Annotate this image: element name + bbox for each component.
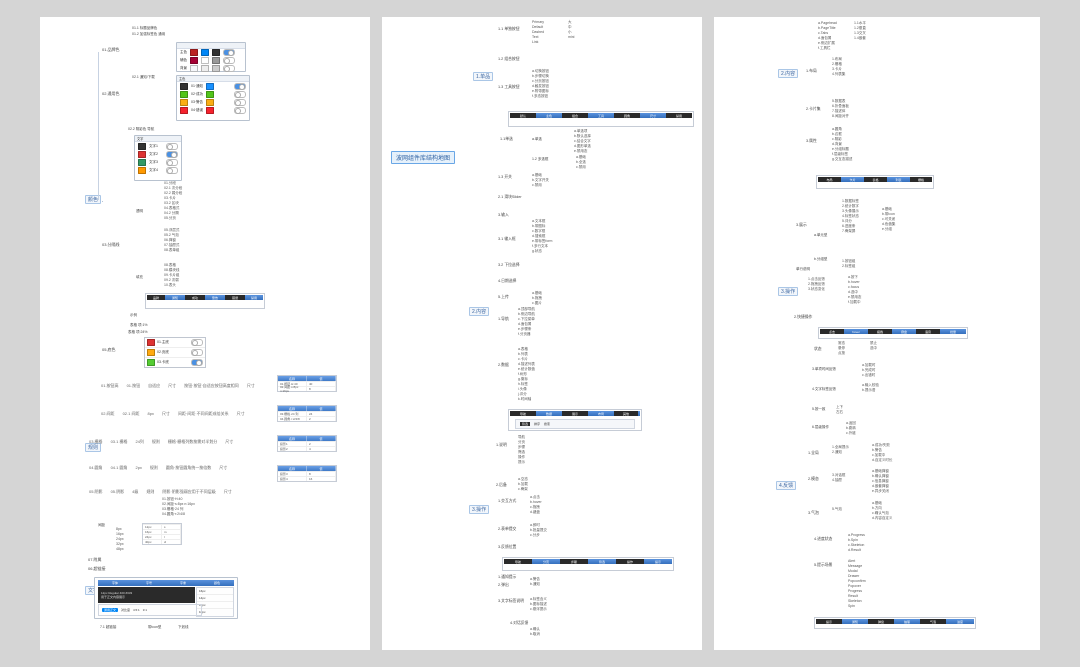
node-02a: 02.1 通知/下载 — [132, 75, 155, 80]
rule-row-4: 04.圆角04.1 圆角2px规则圆角·按钮圆角统一按倍数尺寸 — [88, 465, 270, 471]
danju-a1-itemsR: 大中小mini — [568, 20, 574, 40]
card-swatch-3: 文字 文字1 文字2 文字3 文字4 — [134, 135, 182, 181]
card-swatch-1: 主色 辅色 背景 — [176, 42, 246, 72]
panel-color-rule-text: 颜色 01.品牌色 01.1 标题品牌色 01.2 加强标签色 通用 主色 辅色… — [40, 17, 370, 650]
rule-row-3: 03.栅格03.1 栅格24列规则栅格·栅格列数按需对半划分尺寸 — [88, 439, 270, 445]
inner-items: a.圆角b.边框c.阴影d.背景e.分组标题f.层级标签g.交互态描述 — [832, 127, 852, 162]
node-01a: 01.1 标题品牌色 — [132, 26, 157, 31]
danju-a1: 1.1 单独按钮 — [498, 27, 520, 32]
hub-danju: 1.单品 — [473, 72, 493, 81]
segment-bar-danju: 默认 主色 组合 工具 圆角 尺寸 禁用 — [508, 111, 694, 127]
node-03a: 透明 — [136, 209, 143, 214]
node-02: 02.通用色 — [102, 91, 120, 97]
gutter-right — [1040, 0, 1080, 667]
g6: 3.2 下拉选择 — [498, 263, 520, 268]
text-06: 06.超链接 — [88, 566, 106, 572]
gap-2 — [702, 0, 714, 667]
segment-bar-color: 品牌 通知 成功 警告 错误 禁用 — [145, 293, 265, 309]
segment-bar-strip1: 布局 卡片 表格 列表 栅格 — [816, 175, 934, 189]
segment-bar-neirong: 导航 数据 展示 布局 其他 筛选排序搜索 — [508, 409, 642, 431]
sublist-03-2: 05.浮层式05.2 气泡06.弹窗07.抽屉式08.表单组 — [164, 228, 179, 253]
segment-bar-bottom: 提示 通知 弹窗 抽屉 气泡 进度 — [814, 617, 976, 629]
g2: 1.2 多选框 — [532, 157, 548, 162]
node-03: 03.分隔线 — [102, 242, 120, 248]
card-swatch-2: 主色 01·通知 02·成功 03·警告 04·错误 — [176, 75, 250, 121]
rule-row-2: 02.间距02.1 间距8px尺寸间距·间距·不同间距成倍关系尺寸 — [100, 411, 270, 417]
rule-row-1: 01.按钮高01.按钮自适应尺寸按钮·按钮·自适应按钮高度相同尺寸 — [100, 383, 270, 389]
g8: 5.上传 — [498, 295, 509, 300]
panel-layout-feedback: a.Pageheadb.PageTitlec.Tabsd.面包屑e.侧边扩展f.… — [714, 17, 1040, 650]
stage: 颜色 01.品牌色 01.1 标题品牌色 01.2 加强标签色 通用 主色 辅色… — [0, 0, 1080, 667]
px-list: 8px16px24px32px48px — [116, 527, 124, 552]
hub-neirong: 2.内容 — [778, 69, 798, 78]
gutter-left — [0, 0, 40, 667]
last-list: AlertMessageModalDrawerPopconfirmPopover… — [848, 559, 866, 609]
g1r: a.单选项b.默认选择c.结合文字d.图形单选e.禁用态 — [574, 129, 591, 154]
panel-form-content: 波网组件库结构地图 1.单品 1.1 单独按钮 PrimaryDefaultDa… — [382, 17, 702, 650]
caozuo-sub3: 3.反馈位置 — [498, 545, 516, 550]
legend-4: 01.主底 02.页底 03.卡底 — [144, 337, 206, 368]
pxtbl: 12pxs 16pxm 24pxl 40pxxl — [142, 523, 182, 545]
line — [98, 52, 99, 200]
nav-items: a.顶部导航b.侧边导航c.下拉菜单d.面包屑e.步骤条f.分页器 — [518, 307, 535, 337]
hub-caozuo: 3.操作 — [778, 287, 798, 296]
node-03b: 填充 — [136, 275, 143, 280]
hub-neirong-p2: 2.内容 — [469, 307, 489, 316]
data-items: a.表格b.列表c.卡片d.描述列表e.统计数值f.树形g.徽标h.标签i.头像… — [518, 347, 535, 402]
mid-list: 1.数据标签2.统计数字3.头像展示4.标签状态5.评分6.进度条7.骨架屏 — [842, 199, 859, 234]
danju-sub2: 1.2 组合按钮 — [498, 57, 520, 62]
nav: 1.导航 — [498, 317, 509, 322]
hub-caozuo-p2: 3.操作 — [469, 505, 489, 514]
segment-bar-strip2: 点击 hover 拖拽 键盘 语音 批量 — [818, 327, 968, 339]
segment-bar-caozuo: 导航 分页 步骤 筛选 操作 提示 — [502, 557, 674, 571]
caozuo-sub2: 2.表单提交 — [498, 527, 516, 532]
danju-sub3-items: a.切换按钮b.步骤切换c.分页按钮d.触发按钮e.附带图标f.多态按钮 — [532, 69, 549, 99]
minitbl-2: 名称值 03.栅格·24 列24 04.圆角·r:2/4/82 — [277, 405, 337, 422]
minitbl-3: 名称值 投影12 投影24 — [277, 435, 337, 452]
data: 2.数据 — [498, 363, 509, 368]
node-01: 01.品牌色 — [102, 47, 120, 53]
danju-a1-items: PrimaryDefaultDashedTextLink — [532, 20, 544, 45]
sublist-03-1: 01.分段02.1 次分段02.2 弱分段03.卡片03.2 区块04.表格式0… — [164, 181, 182, 221]
text-07: 07.附属 — [88, 557, 102, 563]
minitbl-4: 名称值 投影38 投影416 — [277, 465, 337, 482]
hub-fankui: 4.反馈 — [776, 481, 796, 490]
minitbl-1: 名称值 01.按钮·H:4040 02.间距·s:8px n:16px8 — [277, 375, 337, 392]
g5r: a.文本框b.带图标c.数字框d.搜索框e.带标签formf.多行文本g.状态 — [532, 219, 552, 254]
g5: 3.1 输入框 — [498, 237, 516, 242]
g3: 1.3 开关 — [498, 175, 512, 180]
root-label: 波网组件库结构地图 — [391, 151, 455, 164]
node-02b: 02.2 阴影色 导航 — [128, 127, 154, 132]
sublist-03-3: 08.表格08.模块线09.卡片组09.2 次弱10.表头 — [164, 263, 179, 288]
text-spec-card: 字体 字号 字重 颜色 12px Regular 400 #333用于正文内容展… — [94, 577, 238, 619]
top-items: a.Pageheadb.PageTitlec.Tabsd.面包屑e.侧边扩展f.… — [818, 21, 837, 51]
caozuo-r: a.按下b.hoverc.focusd.选中e.禁用态f.加载中 — [848, 275, 861, 305]
caozuo-sub1: 1.交互方式 — [498, 499, 516, 504]
g1a: 1.1单选 — [500, 137, 513, 142]
gap-1 — [370, 0, 382, 667]
danju-sub3: 1.3 工具按钮 — [498, 85, 520, 90]
node-01b: 01.2 加强标签色 通用 — [132, 32, 165, 37]
rule-spec-lines: 01.按钮·H:40 02.间距·s:8px n:16px 03.栅格·24 列… — [162, 497, 195, 517]
node-05: 05.底色 — [102, 347, 116, 353]
g4: 2.1 滑块Slider — [498, 195, 522, 200]
rule-row-5: 05.阴影05.阴影4级规则阴影·阴影强弱应用于不同层级尺寸 — [88, 489, 270, 495]
g7: 4.日期选择 — [498, 279, 516, 284]
